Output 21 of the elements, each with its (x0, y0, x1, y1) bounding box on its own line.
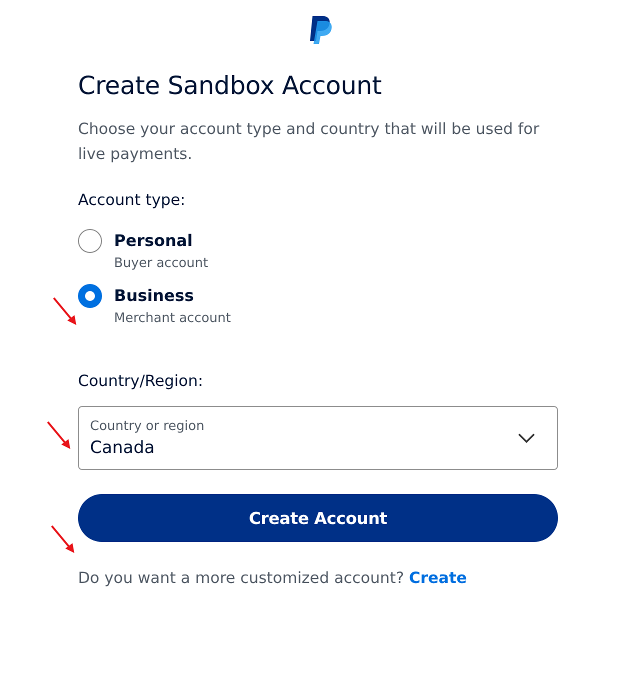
footer-text: Do you want a more customized account? Create (78, 569, 468, 587)
description: Choose your account type and country that will be used for live payments. (78, 119, 540, 165)
field-label: Country or region (90, 418, 204, 434)
option-label[interactable]: Personal (114, 231, 208, 250)
chevron-down-icon (518, 433, 535, 443)
country-label: Country/Region: (78, 372, 204, 390)
annotation-arrow (46, 420, 73, 451)
field-value: Canada (90, 438, 156, 458)
radio-button[interactable] (78, 229, 102, 253)
account-type-label: Account type: (78, 191, 186, 209)
annotation-arrow (52, 296, 79, 327)
annotation-arrow (50, 524, 77, 555)
logo-icon (308, 15, 332, 45)
option-sublabel: Buyer account (114, 256, 208, 271)
country-select[interactable]: Country or region Canada (78, 406, 558, 470)
create-link[interactable]: Create (409, 569, 467, 587)
radio-button[interactable] (78, 284, 102, 308)
option-label[interactable]: Business (114, 286, 231, 305)
page-title: Create Sandbox Account (78, 71, 383, 100)
create-account-button[interactable]: Create Account (78, 494, 558, 542)
option-sublabel: Merchant account (114, 311, 231, 326)
